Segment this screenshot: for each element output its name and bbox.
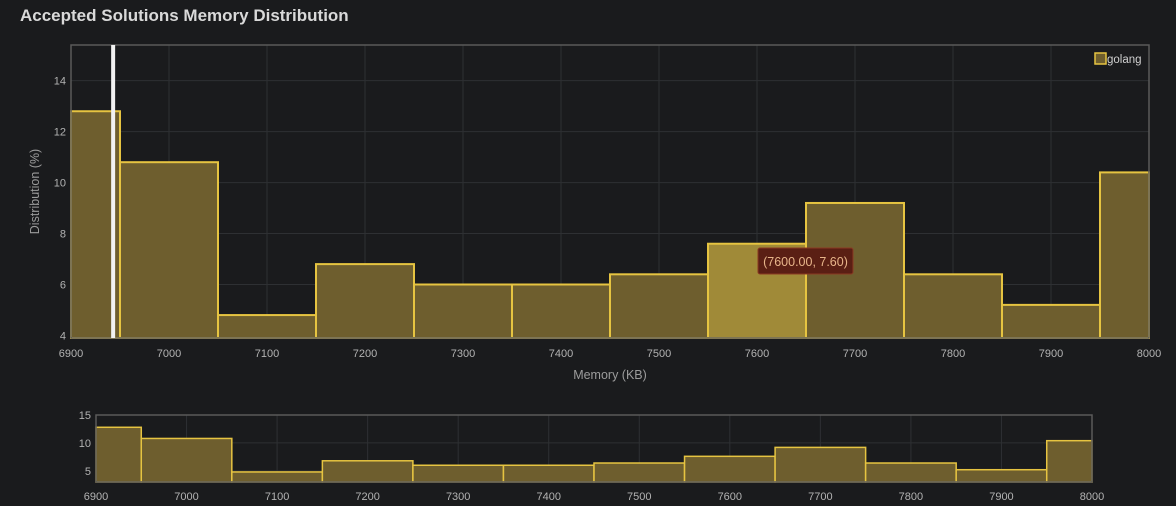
x-tick-label: 6900 xyxy=(59,348,83,360)
histogram-bar[interactable] xyxy=(315,263,415,339)
y-tick-label: 10 xyxy=(79,438,91,450)
x-tick-label: 7700 xyxy=(843,348,867,360)
y-tick-label: 4 xyxy=(60,330,66,342)
x-tick-label: 7300 xyxy=(446,491,470,503)
histogram-bar[interactable] xyxy=(1099,171,1150,339)
histogram-bar[interactable] xyxy=(1045,439,1093,483)
histogram-bar[interactable] xyxy=(502,464,595,483)
x-tick-label: 7700 xyxy=(808,491,832,503)
memory-distribution-chart[interactable]: 6900 7000 7100 7200 7300 7400 7500 7600 7700 7800… xyxy=(0,0,1176,506)
histogram-bar[interactable] xyxy=(412,464,505,483)
histogram-bar[interactable] xyxy=(413,283,513,340)
histogram-bar[interactable] xyxy=(217,314,317,340)
histogram-bar[interactable] xyxy=(593,462,686,483)
x-tick-label: 7500 xyxy=(647,348,671,360)
histogram-bar[interactable] xyxy=(140,437,233,483)
main-histogram[interactable]: 6900 7000 7100 7200 7300 7400 7500 7600 7700 7800… xyxy=(28,44,1161,382)
histogram-bar[interactable] xyxy=(231,471,324,483)
x-tick-label: 7200 xyxy=(353,348,377,360)
histogram-bar[interactable] xyxy=(903,273,1003,340)
x-axis-title: Memory (KB) xyxy=(573,368,647,382)
x-tick-label: 7100 xyxy=(255,348,279,360)
x-tick-label: 7600 xyxy=(718,491,742,503)
x-tick-label: 7000 xyxy=(157,348,181,360)
histogram-bar[interactable] xyxy=(95,426,143,483)
x-tick-label: 7200 xyxy=(355,491,379,503)
histogram-bar[interactable] xyxy=(955,468,1048,483)
histogram-bar[interactable] xyxy=(609,273,709,340)
legend-label: golang xyxy=(1107,54,1142,66)
histogram-bar[interactable] xyxy=(321,460,414,483)
y-tick-label: 6 xyxy=(60,279,66,291)
y-tick-label: 15 xyxy=(79,410,91,422)
y-tick-label: 14 xyxy=(54,76,66,88)
histogram-bar[interactable] xyxy=(1001,303,1101,340)
histogram-bar[interactable] xyxy=(683,455,776,483)
tooltip-text: (7600.00, 7.60) xyxy=(763,255,848,269)
x-tick-label: 7600 xyxy=(745,348,769,360)
legend: golang xyxy=(1094,52,1142,66)
y-tick-label: 12 xyxy=(54,127,66,139)
y-axis-title: Distribution (%) xyxy=(28,149,42,234)
histogram-bar[interactable] xyxy=(774,446,867,483)
x-tick-label: 7000 xyxy=(174,491,198,503)
x-tick-label: 7900 xyxy=(1039,348,1063,360)
x-tick-label: 7800 xyxy=(899,491,923,503)
x-tick-label: 8000 xyxy=(1080,491,1104,503)
histogram-bar[interactable] xyxy=(511,283,611,340)
data-tooltip: (7600.00, 7.60) xyxy=(757,247,854,275)
x-tick-label: 7900 xyxy=(989,491,1013,503)
overview-histogram[interactable]: 6900 7000 7100 7200 7300 7400 7500 7600 7700 7800… xyxy=(79,410,1104,503)
x-tick-label: 7300 xyxy=(451,348,475,360)
legend-swatch xyxy=(1094,52,1107,65)
y-tick-label: 5 xyxy=(85,466,91,478)
x-tick-label: 7400 xyxy=(536,491,560,503)
histogram-bar[interactable] xyxy=(119,161,219,339)
x-tick-label: 7100 xyxy=(265,491,289,503)
x-tick-label: 7800 xyxy=(941,348,965,360)
x-tick-label: 7500 xyxy=(627,491,651,503)
x-tick-label: 6900 xyxy=(84,491,108,503)
y-tick-label: 8 xyxy=(60,229,66,241)
x-tick-label: 7400 xyxy=(549,348,573,360)
y-tick-label: 10 xyxy=(54,178,66,190)
histogram-bar[interactable] xyxy=(864,462,957,483)
x-tick-label: 8000 xyxy=(1137,348,1161,360)
